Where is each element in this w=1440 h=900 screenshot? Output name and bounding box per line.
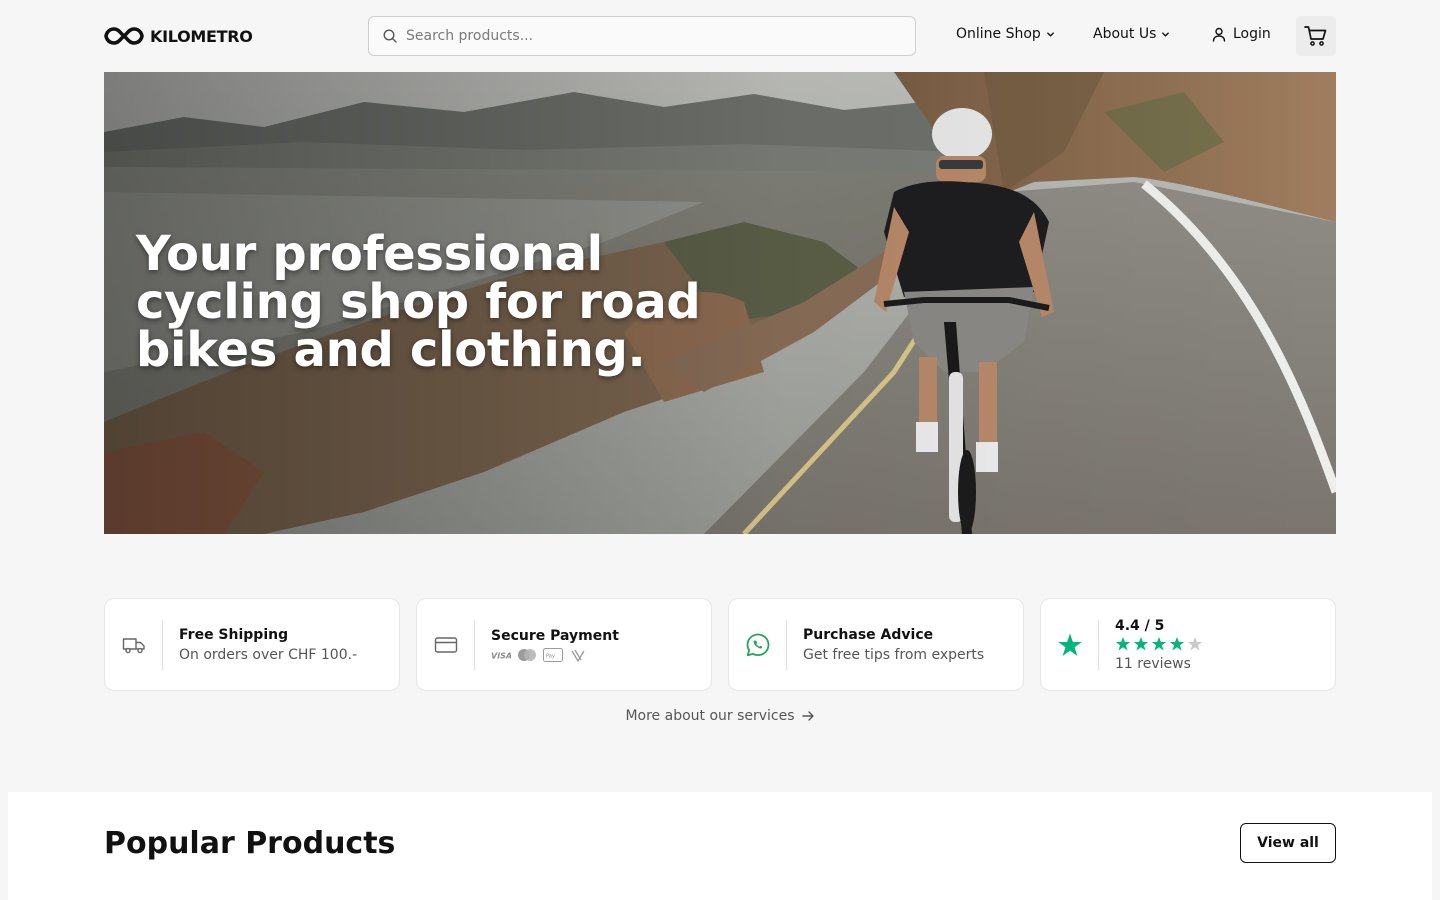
nav-about-us-label: About Us <box>1093 26 1157 42</box>
arrow-right-icon <box>801 711 814 721</box>
service-subtitle: On orders over CHF 100.- <box>179 646 358 663</box>
payment-methods: VISA Pay <box>491 647 619 662</box>
star-empty-icon <box>1187 636 1203 650</box>
more-services-label: More about our services <box>625 708 795 724</box>
mastercard-icon <box>517 648 537 662</box>
login-label: Login <box>1233 26 1271 42</box>
apple-pay-icon: Pay <box>543 647 563 662</box>
star-filled-icon <box>1115 636 1131 650</box>
rating-value: 4.4 / 5 <box>1115 617 1165 634</box>
chevron-down-icon <box>1046 31 1054 37</box>
site-header: KILOMETRO Online Shop About Us Login <box>0 0 1440 72</box>
service-highlights: Free Shipping On orders over CHF 100.- S… <box>104 598 1336 691</box>
nav-online-shop[interactable]: Online Shop <box>956 26 1055 42</box>
shopping-cart-icon <box>1304 26 1327 46</box>
service-card-advice[interactable]: Purchase Advice Get free tips from exper… <box>728 598 1024 691</box>
hero-banner: Your professional cycling shop for road … <box>104 72 1336 534</box>
truck-icon <box>122 637 145 653</box>
brand-name: KILOMETRO <box>150 26 253 46</box>
more-services-link[interactable]: More about our services <box>0 708 1440 724</box>
svg-text:VISA: VISA <box>491 651 511 660</box>
visa-icon: VISA <box>491 650 511 660</box>
service-card-rating[interactable]: 4.4 / 5 11 reviews <box>1040 598 1336 691</box>
popular-products-section: Popular Products View all <box>8 792 1432 900</box>
search-icon <box>383 29 397 43</box>
infinity-logo-icon <box>104 27 144 45</box>
star-filled-icon <box>1169 636 1185 650</box>
svg-text:Pay: Pay <box>546 653 555 659</box>
service-title: Purchase Advice <box>803 626 934 643</box>
brand-logo[interactable]: KILOMETRO <box>104 25 253 47</box>
credit-card-icon <box>434 636 457 653</box>
cart-button[interactable] <box>1296 16 1336 56</box>
rating-stars <box>1115 636 1203 652</box>
hero-title: Your professional cycling shop for road … <box>136 226 701 378</box>
service-card-shipping[interactable]: Free Shipping On orders over CHF 100.- <box>104 598 400 691</box>
search-bar[interactable] <box>368 16 916 56</box>
search-input[interactable] <box>406 28 886 44</box>
nav-about-us[interactable]: About Us <box>1093 26 1170 42</box>
review-count: 11 reviews <box>1115 655 1191 672</box>
service-title: Free Shipping <box>179 626 289 643</box>
trustpilot-star-icon <box>1057 633 1082 656</box>
nav-online-shop-label: Online Shop <box>956 26 1041 42</box>
star-filled-icon <box>1133 636 1149 650</box>
service-card-payment[interactable]: Secure Payment VISA Pay <box>416 598 712 691</box>
chevron-down-icon <box>1162 31 1170 37</box>
view-all-button[interactable]: View all <box>1240 823 1336 863</box>
section-title: Popular Products <box>104 826 396 861</box>
whatsapp-icon <box>746 633 769 656</box>
twint-icon <box>569 648 587 662</box>
service-title: Secure Payment <box>491 627 619 644</box>
user-icon <box>1212 27 1226 42</box>
login-link[interactable]: Login <box>1212 26 1271 42</box>
star-filled-icon <box>1151 636 1167 650</box>
service-subtitle: Get free tips from experts <box>803 646 985 663</box>
